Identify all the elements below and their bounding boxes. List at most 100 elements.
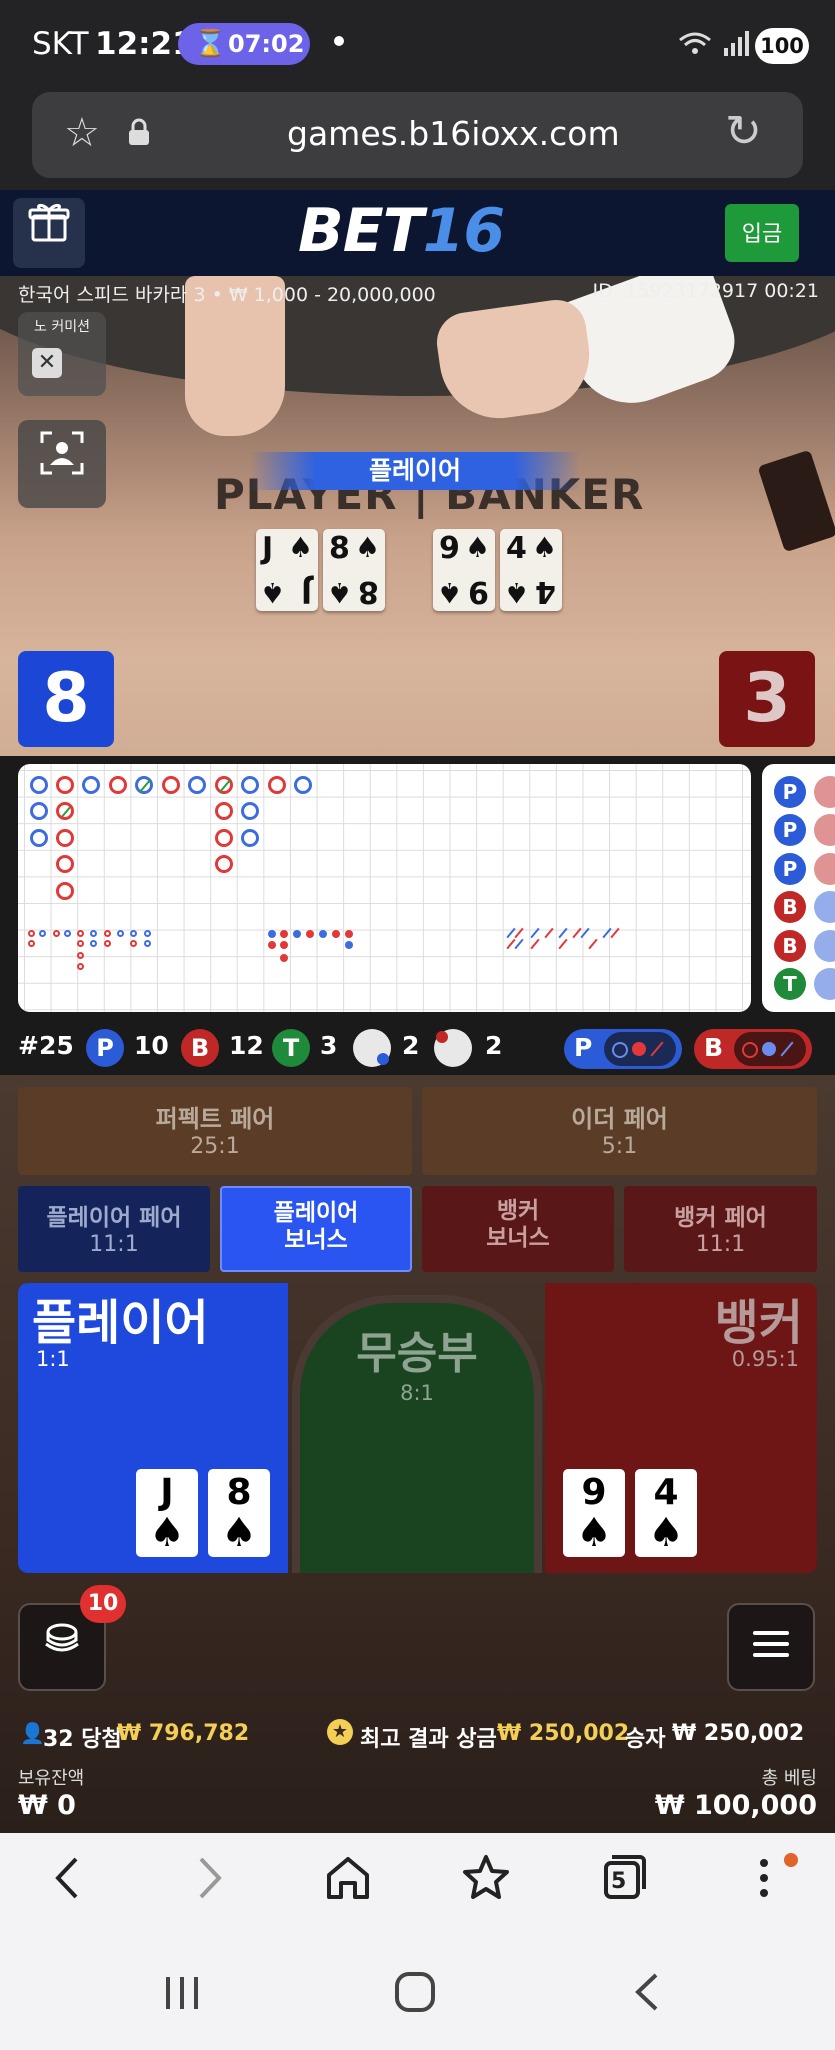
live-video-feed: 한국어 스피드 바카라 3 • ₩ 1,000 - 20,000,000 ID:… bbox=[0, 276, 835, 756]
banker-card-1: 9 ♠ bbox=[563, 1469, 625, 1557]
spade-icon: ♠ bbox=[648, 1510, 684, 1556]
road-marker bbox=[293, 930, 301, 938]
bead-marker: B bbox=[774, 891, 806, 923]
lock-icon[interactable] bbox=[126, 118, 152, 153]
stats-row: #25 P 10 B 12 T 3 2 2 P B bbox=[0, 1025, 835, 1075]
tie-bet[interactable]: 무승부 8:1 bbox=[292, 1295, 542, 1573]
logo-number: 16 bbox=[422, 196, 505, 266]
bookmarks-icon[interactable] bbox=[462, 1853, 510, 1914]
system-back-icon[interactable] bbox=[632, 1971, 662, 2017]
player-score: 8 bbox=[18, 651, 114, 747]
road-marker bbox=[77, 930, 84, 937]
road-marker bbox=[280, 930, 288, 938]
star-badge-icon: ★ bbox=[327, 1719, 353, 1745]
either-pair-bet[interactable]: 이더 페어 5:1 bbox=[422, 1087, 817, 1175]
winners-count: 32 당첨 bbox=[43, 1727, 122, 1752]
player-bonus-bet[interactable]: 플레이어 보너스 bbox=[220, 1186, 412, 1272]
url-text[interactable]: games.b16ioxx.com bbox=[287, 114, 620, 153]
card-shoe bbox=[757, 449, 835, 553]
camera-icon[interactable] bbox=[18, 420, 106, 508]
menu-icon[interactable] bbox=[727, 1603, 815, 1691]
tie-stat-badge: T bbox=[272, 1029, 310, 1067]
banker-pair-count: 2 bbox=[485, 1031, 503, 1060]
player-pair-label: 플레이어 페어 bbox=[46, 1205, 182, 1231]
ask-banker-preview bbox=[734, 1032, 806, 1066]
road-marker bbox=[345, 930, 353, 938]
road-marker bbox=[117, 930, 124, 937]
banker-bonus-bet[interactable]: 뱅커 보너스 bbox=[422, 1186, 614, 1272]
bead-marker bbox=[814, 968, 835, 1000]
balance-label: 보유잔액 bbox=[18, 1768, 85, 1789]
ask-banker-button[interactable]: B bbox=[694, 1029, 812, 1069]
player-bet[interactable]: 플레이어 1:1 J ♠ 8 ♠ bbox=[18, 1283, 288, 1573]
road-marker bbox=[530, 938, 540, 950]
roadmap-grid[interactable] bbox=[18, 764, 751, 1012]
card-rank: J bbox=[300, 574, 312, 609]
road-marker bbox=[268, 930, 276, 938]
perfect-pair-odds: 25:1 bbox=[190, 1134, 240, 1159]
more-icon[interactable] bbox=[756, 1853, 772, 1914]
ask-banker-label: B bbox=[704, 1033, 724, 1062]
road-marker bbox=[514, 927, 524, 939]
browser-toolbar: 5 bbox=[0, 1833, 835, 1943]
close-icon[interactable]: ✕ bbox=[32, 348, 62, 378]
spade-icon: ♠ bbox=[327, 576, 353, 609]
home-icon[interactable] bbox=[325, 1853, 371, 1914]
road-marker bbox=[90, 930, 97, 937]
spade-icon: ♠ bbox=[465, 531, 491, 564]
app-header: BET16 입금 bbox=[0, 190, 835, 276]
hourglass-icon: ⌛ bbox=[194, 29, 227, 59]
road-marker bbox=[345, 941, 353, 949]
top-result-label: 최고 결과 상금 bbox=[360, 1727, 497, 1752]
road-marker bbox=[53, 930, 60, 937]
tie-bet-label: 무승부 bbox=[356, 1328, 478, 1379]
star-icon[interactable]: ☆ bbox=[64, 110, 100, 156]
card-rank: J bbox=[262, 531, 274, 566]
road-marker bbox=[215, 802, 233, 820]
bead-marker: P bbox=[774, 814, 806, 846]
player-card: 8 ♠ 8 ♠ bbox=[323, 529, 385, 611]
ask-player-button[interactable]: P bbox=[564, 1029, 682, 1069]
road-marker bbox=[109, 776, 127, 794]
spade-icon: ♠ bbox=[504, 576, 530, 609]
player-bonus-line1: 플레이어 bbox=[273, 1200, 359, 1226]
road-marker bbox=[241, 776, 259, 794]
spade-icon: ♠ bbox=[355, 531, 381, 564]
tie-count: 3 bbox=[320, 1031, 338, 1060]
reload-icon[interactable]: ↻ bbox=[725, 106, 762, 157]
road-marker bbox=[64, 930, 71, 937]
player-count: 10 bbox=[134, 1031, 169, 1060]
bead-marker bbox=[814, 776, 835, 808]
banker-bet[interactable]: 뱅커 0.95:1 9 ♠ 4 ♠ bbox=[545, 1283, 817, 1573]
card-rank: 4 bbox=[506, 531, 527, 566]
road-marker bbox=[77, 952, 84, 959]
bead-road[interactable]: P P P B B T bbox=[762, 764, 835, 1012]
road-marker bbox=[215, 829, 233, 847]
winner-banner: 플레이어 bbox=[250, 452, 580, 490]
gift-icon[interactable] bbox=[13, 198, 85, 268]
player-stat-badge: P bbox=[86, 1029, 124, 1067]
address-box[interactable]: ☆ games.b16ioxx.com ↻ bbox=[32, 92, 803, 178]
no-commission-toggle[interactable]: 노 커미션 ✕ bbox=[18, 312, 106, 396]
card-rank: 9 bbox=[581, 1472, 607, 1513]
player-pair-icon bbox=[353, 1029, 391, 1067]
road-marker bbox=[82, 776, 100, 794]
road-marker bbox=[56, 882, 74, 900]
road-marker bbox=[241, 829, 259, 847]
system-home-icon[interactable] bbox=[394, 1971, 436, 2017]
forward-icon[interactable] bbox=[193, 1853, 227, 1914]
deposit-button[interactable]: 입금 bbox=[725, 204, 799, 262]
road-marker bbox=[77, 940, 84, 947]
banker-stat-badge: B bbox=[181, 1029, 219, 1067]
banker-pair-bet[interactable]: 뱅커 페어 11:1 bbox=[624, 1186, 817, 1272]
perfect-pair-bet[interactable]: 퍼펙트 페어 25:1 bbox=[18, 1087, 412, 1175]
recent-apps-icon[interactable] bbox=[162, 1973, 202, 2017]
road-marker bbox=[104, 940, 111, 947]
road-marker bbox=[39, 930, 46, 937]
player-pair-bet[interactable]: 플레이어 페어 11:1 bbox=[18, 1186, 210, 1272]
back-icon[interactable] bbox=[50, 1853, 84, 1914]
status-bar: SKT 12:21 ⌛ 07:02 100 bbox=[0, 0, 835, 92]
banker-pair-odds: 11:1 bbox=[695, 1232, 746, 1257]
either-pair-label: 이더 페어 bbox=[571, 1105, 668, 1133]
road-marker bbox=[77, 963, 84, 970]
